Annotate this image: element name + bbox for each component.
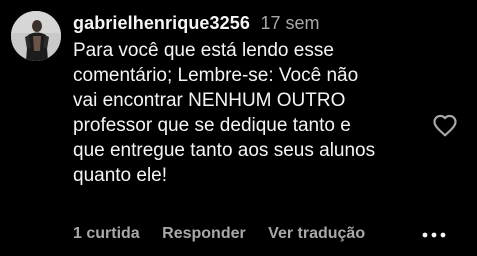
- comment-text-line: vai encontrar NENHUM OUTRO: [73, 90, 346, 111]
- comment-text-line: comentário; Lembre-se: Você não: [73, 65, 359, 86]
- comment-text-line: Para você que está lendo esse: [73, 40, 334, 61]
- comment-username[interactable]: gabrielhenrique3256: [73, 13, 250, 33]
- reply-button[interactable]: Responder: [162, 223, 246, 245]
- comment-text-line: quanto ele!: [73, 165, 168, 186]
- heart-outline-icon: [433, 114, 457, 137]
- comment-actions: 1 curtida Responder Ver tradução: [73, 223, 365, 245]
- comment-timestamp[interactable]: 17 sem: [260, 13, 319, 33]
- like-button[interactable]: [432, 113, 458, 137]
- user-avatar[interactable]: [11, 11, 61, 61]
- comment-text: Para você que está lendo esse comentário…: [73, 38, 433, 188]
- ellipsis-icon: [422, 232, 446, 238]
- avatar-photo: [11, 11, 61, 61]
- comment-text-line: professor que se dedique tanto e: [73, 115, 351, 136]
- comment-header: gabrielhenrique3256 17 sem: [73, 10, 319, 38]
- likes-count-link[interactable]: 1 curtida: [73, 223, 140, 245]
- comment-text-line: que entregue tanto aos seus alunos: [73, 140, 376, 161]
- translate-button[interactable]: Ver tradução: [268, 223, 365, 245]
- more-options-button[interactable]: [420, 225, 450, 245]
